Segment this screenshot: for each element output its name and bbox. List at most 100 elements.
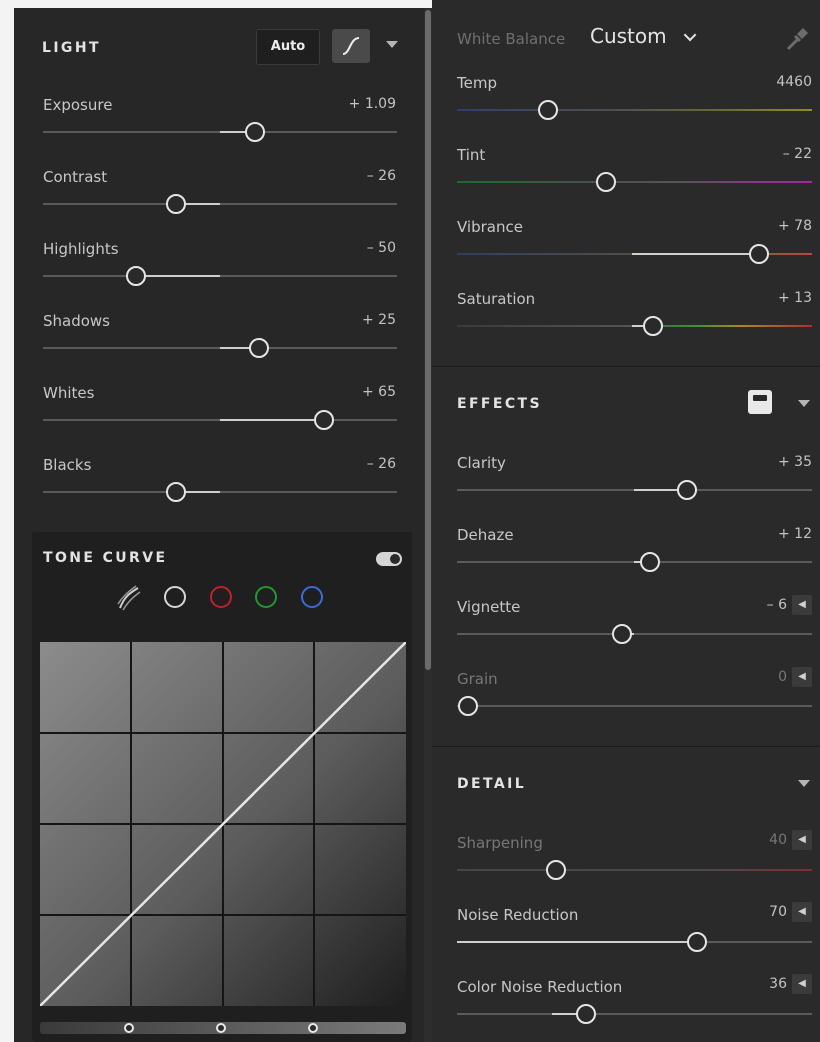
slider-knob[interactable] bbox=[612, 624, 632, 644]
white-balance-value: Custom bbox=[590, 24, 667, 48]
slider-knob[interactable] bbox=[245, 122, 265, 142]
slider-label: Whites bbox=[43, 384, 95, 402]
expand-arrow-icon[interactable]: ◀ bbox=[792, 974, 812, 994]
slider-label: Shadows bbox=[43, 312, 111, 330]
effects-preset-button[interactable] bbox=[748, 390, 772, 414]
region-handle[interactable] bbox=[308, 1023, 318, 1033]
region-handle[interactable] bbox=[124, 1023, 134, 1033]
tone-curve-graph[interactable] bbox=[40, 642, 406, 1006]
slider-knob[interactable] bbox=[314, 410, 334, 430]
slider-knob[interactable] bbox=[687, 932, 707, 952]
slider-track bbox=[43, 491, 397, 493]
slider-value: 0 bbox=[778, 669, 787, 685]
slider-knob[interactable] bbox=[749, 244, 769, 264]
slider-label: Highlights bbox=[43, 240, 119, 258]
slider-label: Blacks bbox=[43, 456, 92, 474]
slider-value: + 65 bbox=[362, 384, 396, 400]
slider-knob[interactable] bbox=[126, 266, 146, 286]
section-divider bbox=[432, 746, 820, 747]
red-channel-icon[interactable] bbox=[210, 586, 232, 608]
curve-icon bbox=[342, 37, 360, 55]
light-panel: LIGHT Auto Exposure + 1.09 Contrast – 26… bbox=[14, 8, 424, 1042]
slider-fill bbox=[632, 253, 750, 255]
white-balance-dropdown[interactable]: Custom bbox=[590, 24, 697, 52]
effects-collapse-icon[interactable] bbox=[798, 400, 810, 407]
slider-label: Color Noise Reduction bbox=[457, 978, 623, 996]
slider-value: 70 bbox=[769, 904, 787, 920]
slider-value: 4460 bbox=[776, 74, 812, 90]
slider-label: Dehaze bbox=[457, 526, 514, 544]
auto-button[interactable]: Auto bbox=[256, 29, 320, 65]
tone-curve-toggle-button[interactable] bbox=[332, 29, 370, 63]
expand-arrow-icon[interactable]: ◀ bbox=[792, 595, 812, 615]
blue-channel-icon[interactable] bbox=[301, 586, 323, 608]
slider-value: – 26 bbox=[366, 456, 396, 472]
chevron-down-icon bbox=[683, 28, 697, 42]
detail-title: DETAIL bbox=[457, 776, 527, 792]
slider-knob[interactable] bbox=[458, 696, 478, 716]
slider-value: + 25 bbox=[362, 312, 396, 328]
slider-track bbox=[457, 633, 812, 635]
detail-collapse-icon[interactable] bbox=[798, 780, 810, 787]
slider-label: Saturation bbox=[457, 290, 536, 308]
slider-knob[interactable] bbox=[596, 172, 616, 192]
expand-arrow-icon[interactable]: ◀ bbox=[792, 667, 812, 687]
tone-curve-enable-toggle[interactable] bbox=[376, 552, 402, 566]
effects-title: EFFECTS bbox=[457, 396, 542, 412]
section-divider bbox=[432, 366, 820, 367]
slider-track bbox=[457, 869, 812, 871]
slider-track bbox=[457, 1013, 812, 1015]
expand-arrow-icon[interactable]: ◀ bbox=[792, 902, 812, 922]
slider-label: Temp bbox=[457, 74, 497, 92]
slider-knob[interactable] bbox=[643, 316, 663, 336]
rgb-point-icon[interactable] bbox=[164, 586, 186, 608]
white-balance-label: White Balance bbox=[457, 30, 566, 48]
expand-arrow-icon[interactable]: ◀ bbox=[792, 830, 812, 850]
slider-value: + 78 bbox=[778, 218, 812, 234]
slider-value: – 26 bbox=[366, 168, 396, 184]
slider-label: Noise Reduction bbox=[457, 906, 579, 924]
slider-value: 36 bbox=[769, 976, 787, 992]
temp-gradient-track bbox=[457, 109, 812, 111]
slider-label: Vibrance bbox=[457, 218, 523, 236]
slider-track bbox=[457, 705, 812, 707]
region-handle[interactable] bbox=[216, 1023, 226, 1033]
light-collapse-icon[interactable] bbox=[386, 41, 398, 48]
slider-knob[interactable] bbox=[640, 552, 660, 572]
slider-label: Grain bbox=[457, 670, 498, 688]
auto-label: Auto bbox=[270, 39, 306, 54]
slider-knob[interactable] bbox=[538, 100, 558, 120]
slider-knob[interactable] bbox=[166, 482, 186, 502]
slider-knob[interactable] bbox=[576, 1004, 596, 1024]
slider-fill bbox=[634, 489, 678, 491]
slider-value: + 12 bbox=[778, 526, 812, 542]
slider-label: Tint bbox=[457, 146, 486, 164]
toggle-thumb bbox=[390, 554, 400, 564]
slider-value: 40 bbox=[769, 832, 787, 848]
slider-label: Sharpening bbox=[457, 834, 543, 852]
vignette-preset-icon bbox=[753, 395, 767, 401]
slider-knob[interactable] bbox=[546, 860, 566, 880]
slider-value: – 6 bbox=[766, 597, 787, 613]
slider-value: + 13 bbox=[778, 290, 812, 306]
slider-fill bbox=[135, 275, 220, 277]
scrollbar-thumb[interactable] bbox=[425, 10, 431, 670]
slider-fill bbox=[220, 419, 324, 421]
slider-track bbox=[43, 275, 397, 277]
light-title: LIGHT bbox=[42, 40, 101, 56]
green-channel-icon[interactable] bbox=[255, 586, 277, 608]
slider-knob[interactable] bbox=[249, 338, 269, 358]
eyedropper-icon[interactable] bbox=[782, 24, 812, 54]
tone-curve-title: TONE CURVE bbox=[43, 550, 168, 566]
slider-knob[interactable] bbox=[677, 480, 697, 500]
tone-curve-panel: TONE CURVE bbox=[32, 532, 412, 1042]
slider-value: + 1.09 bbox=[348, 96, 396, 112]
slider-knob[interactable] bbox=[166, 194, 186, 214]
slider-track bbox=[43, 203, 397, 205]
tint-gradient-track bbox=[457, 181, 812, 183]
slider-value: – 50 bbox=[366, 240, 396, 256]
slider-label: Exposure bbox=[43, 96, 113, 114]
parametric-curve-icon[interactable] bbox=[114, 584, 142, 612]
slider-fill bbox=[457, 941, 689, 943]
curve-region-slider[interactable] bbox=[40, 1022, 406, 1034]
